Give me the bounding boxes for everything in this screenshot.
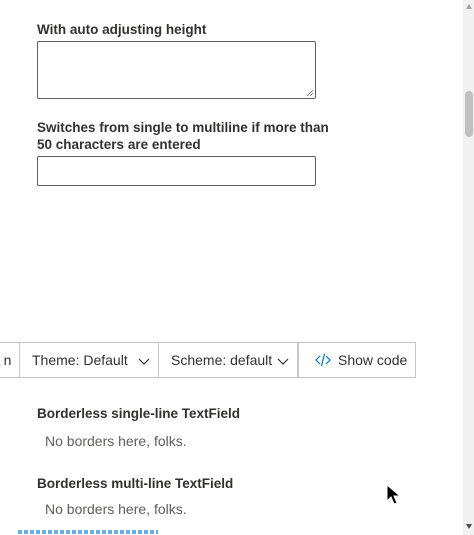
scrollbar-thumb[interactable] xyxy=(465,91,473,137)
theme-dropdown[interactable]: Theme: Default xyxy=(19,342,159,378)
borderless-single-heading: Borderless single-line TextField xyxy=(37,406,241,421)
auto-height-textarea[interactable] xyxy=(37,41,316,99)
scroll-down-arrow-icon[interactable] xyxy=(465,522,473,530)
switch-multiline-label-line1: Switches from single to multiline if mor… xyxy=(37,120,329,135)
cut-off-link[interactable] xyxy=(18,530,158,534)
show-code-label: Show code xyxy=(338,352,408,368)
vertical-scrollbar[interactable] xyxy=(463,0,474,535)
borderless-multi-input[interactable]: No borders here, folks. xyxy=(45,501,187,517)
scheme-dropdown-label: Scheme: default xyxy=(171,352,273,368)
theme-dropdown-label: Theme: Default xyxy=(32,352,128,368)
borderless-single-input[interactable]: No borders here, folks. xyxy=(45,433,187,449)
resize-grip-icon[interactable] xyxy=(306,89,314,97)
scroll-up-arrow-icon[interactable] xyxy=(465,3,473,11)
auto-height-label: With auto adjusting height xyxy=(37,22,207,37)
cut-off-toolbar-button[interactable]: n xyxy=(0,342,20,378)
switch-multiline-label-line2: 50 characters are entered xyxy=(37,137,201,152)
borderless-multi-heading: Borderless multi-line TextField xyxy=(37,476,234,491)
mouse-pointer-icon xyxy=(386,484,402,505)
switch-multiline-input[interactable] xyxy=(37,156,316,186)
show-code-button[interactable]: Show code xyxy=(298,342,416,378)
cut-off-toolbar-label: n xyxy=(3,352,12,368)
chevron-down-icon xyxy=(138,358,150,365)
scheme-dropdown[interactable]: Scheme: default xyxy=(158,342,298,378)
code-icon xyxy=(315,353,331,367)
chevron-down-icon xyxy=(277,358,289,365)
